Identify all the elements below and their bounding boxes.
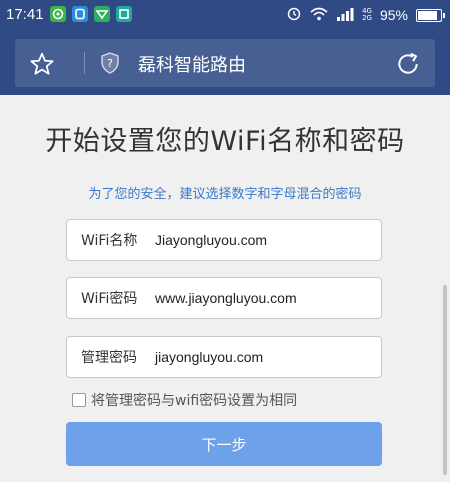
- messenger-icon: [72, 6, 88, 22]
- wifi-name-input[interactable]: Jiayongluyou.com: [155, 232, 267, 248]
- shield-icon[interactable]: ?: [100, 52, 120, 78]
- status-right-group: 4G 2G 95%: [286, 5, 445, 25]
- scan-icon: [116, 6, 132, 22]
- refresh-icon[interactable]: [395, 51, 421, 81]
- setup-heading: 开始设置您的WiFi名称和密码: [45, 126, 405, 157]
- vpn-icon: [94, 6, 110, 22]
- signal-icon: [336, 6, 354, 25]
- wifi-password-input[interactable]: www.jiayongluyou.com: [155, 290, 297, 306]
- next-button[interactable]: 下一步: [66, 422, 382, 466]
- page-title: 磊科智能路由: [138, 55, 246, 76]
- admin-password-input[interactable]: jiayongluyou.com: [155, 349, 263, 365]
- browser-toolbar: ? 磊科智能路由: [0, 31, 450, 95]
- star-icon[interactable]: [29, 51, 55, 81]
- wifi-icon: [310, 6, 328, 25]
- address-bar[interactable]: ? 磊科智能路由: [15, 39, 435, 87]
- status-bar: 17:41 4G 2G 95%: [0, 0, 450, 31]
- same-password-option[interactable]: 将管理密码与wifi密码设置为相同: [72, 390, 297, 410]
- admin-password-label: 管理密码: [81, 350, 137, 366]
- wifi-password-label: WiFi密码: [81, 291, 138, 307]
- svg-text:?: ?: [107, 57, 113, 70]
- wifi-name-field[interactable]: WiFi名称 Jiayongluyou.com: [66, 219, 382, 261]
- wifi-name-label: WiFi名称: [81, 233, 138, 249]
- scrollbar[interactable]: [443, 285, 447, 475]
- battery-icon: [416, 8, 445, 22]
- battery-percent: 95%: [379, 7, 408, 23]
- wifi-password-field[interactable]: WiFi密码 www.jiayongluyou.com: [66, 277, 382, 319]
- network-type: 4G 2G: [362, 7, 372, 22]
- toolbar-divider: [84, 52, 85, 74]
- wechat-icon: [50, 6, 66, 22]
- status-time: 17:41: [6, 6, 44, 23]
- page-content: 开始设置您的WiFi名称和密码 为了您的安全，建议选择数字和字母混合的密码 Wi…: [0, 95, 450, 482]
- alarm-icon: [286, 5, 302, 25]
- security-hint: 为了您的安全，建议选择数字和字母混合的密码: [88, 187, 362, 202]
- same-password-label: 将管理密码与wifi密码设置为相同: [91, 393, 298, 409]
- same-password-checkbox[interactable]: [72, 393, 86, 407]
- admin-password-field[interactable]: 管理密码 jiayongluyou.com: [66, 336, 382, 378]
